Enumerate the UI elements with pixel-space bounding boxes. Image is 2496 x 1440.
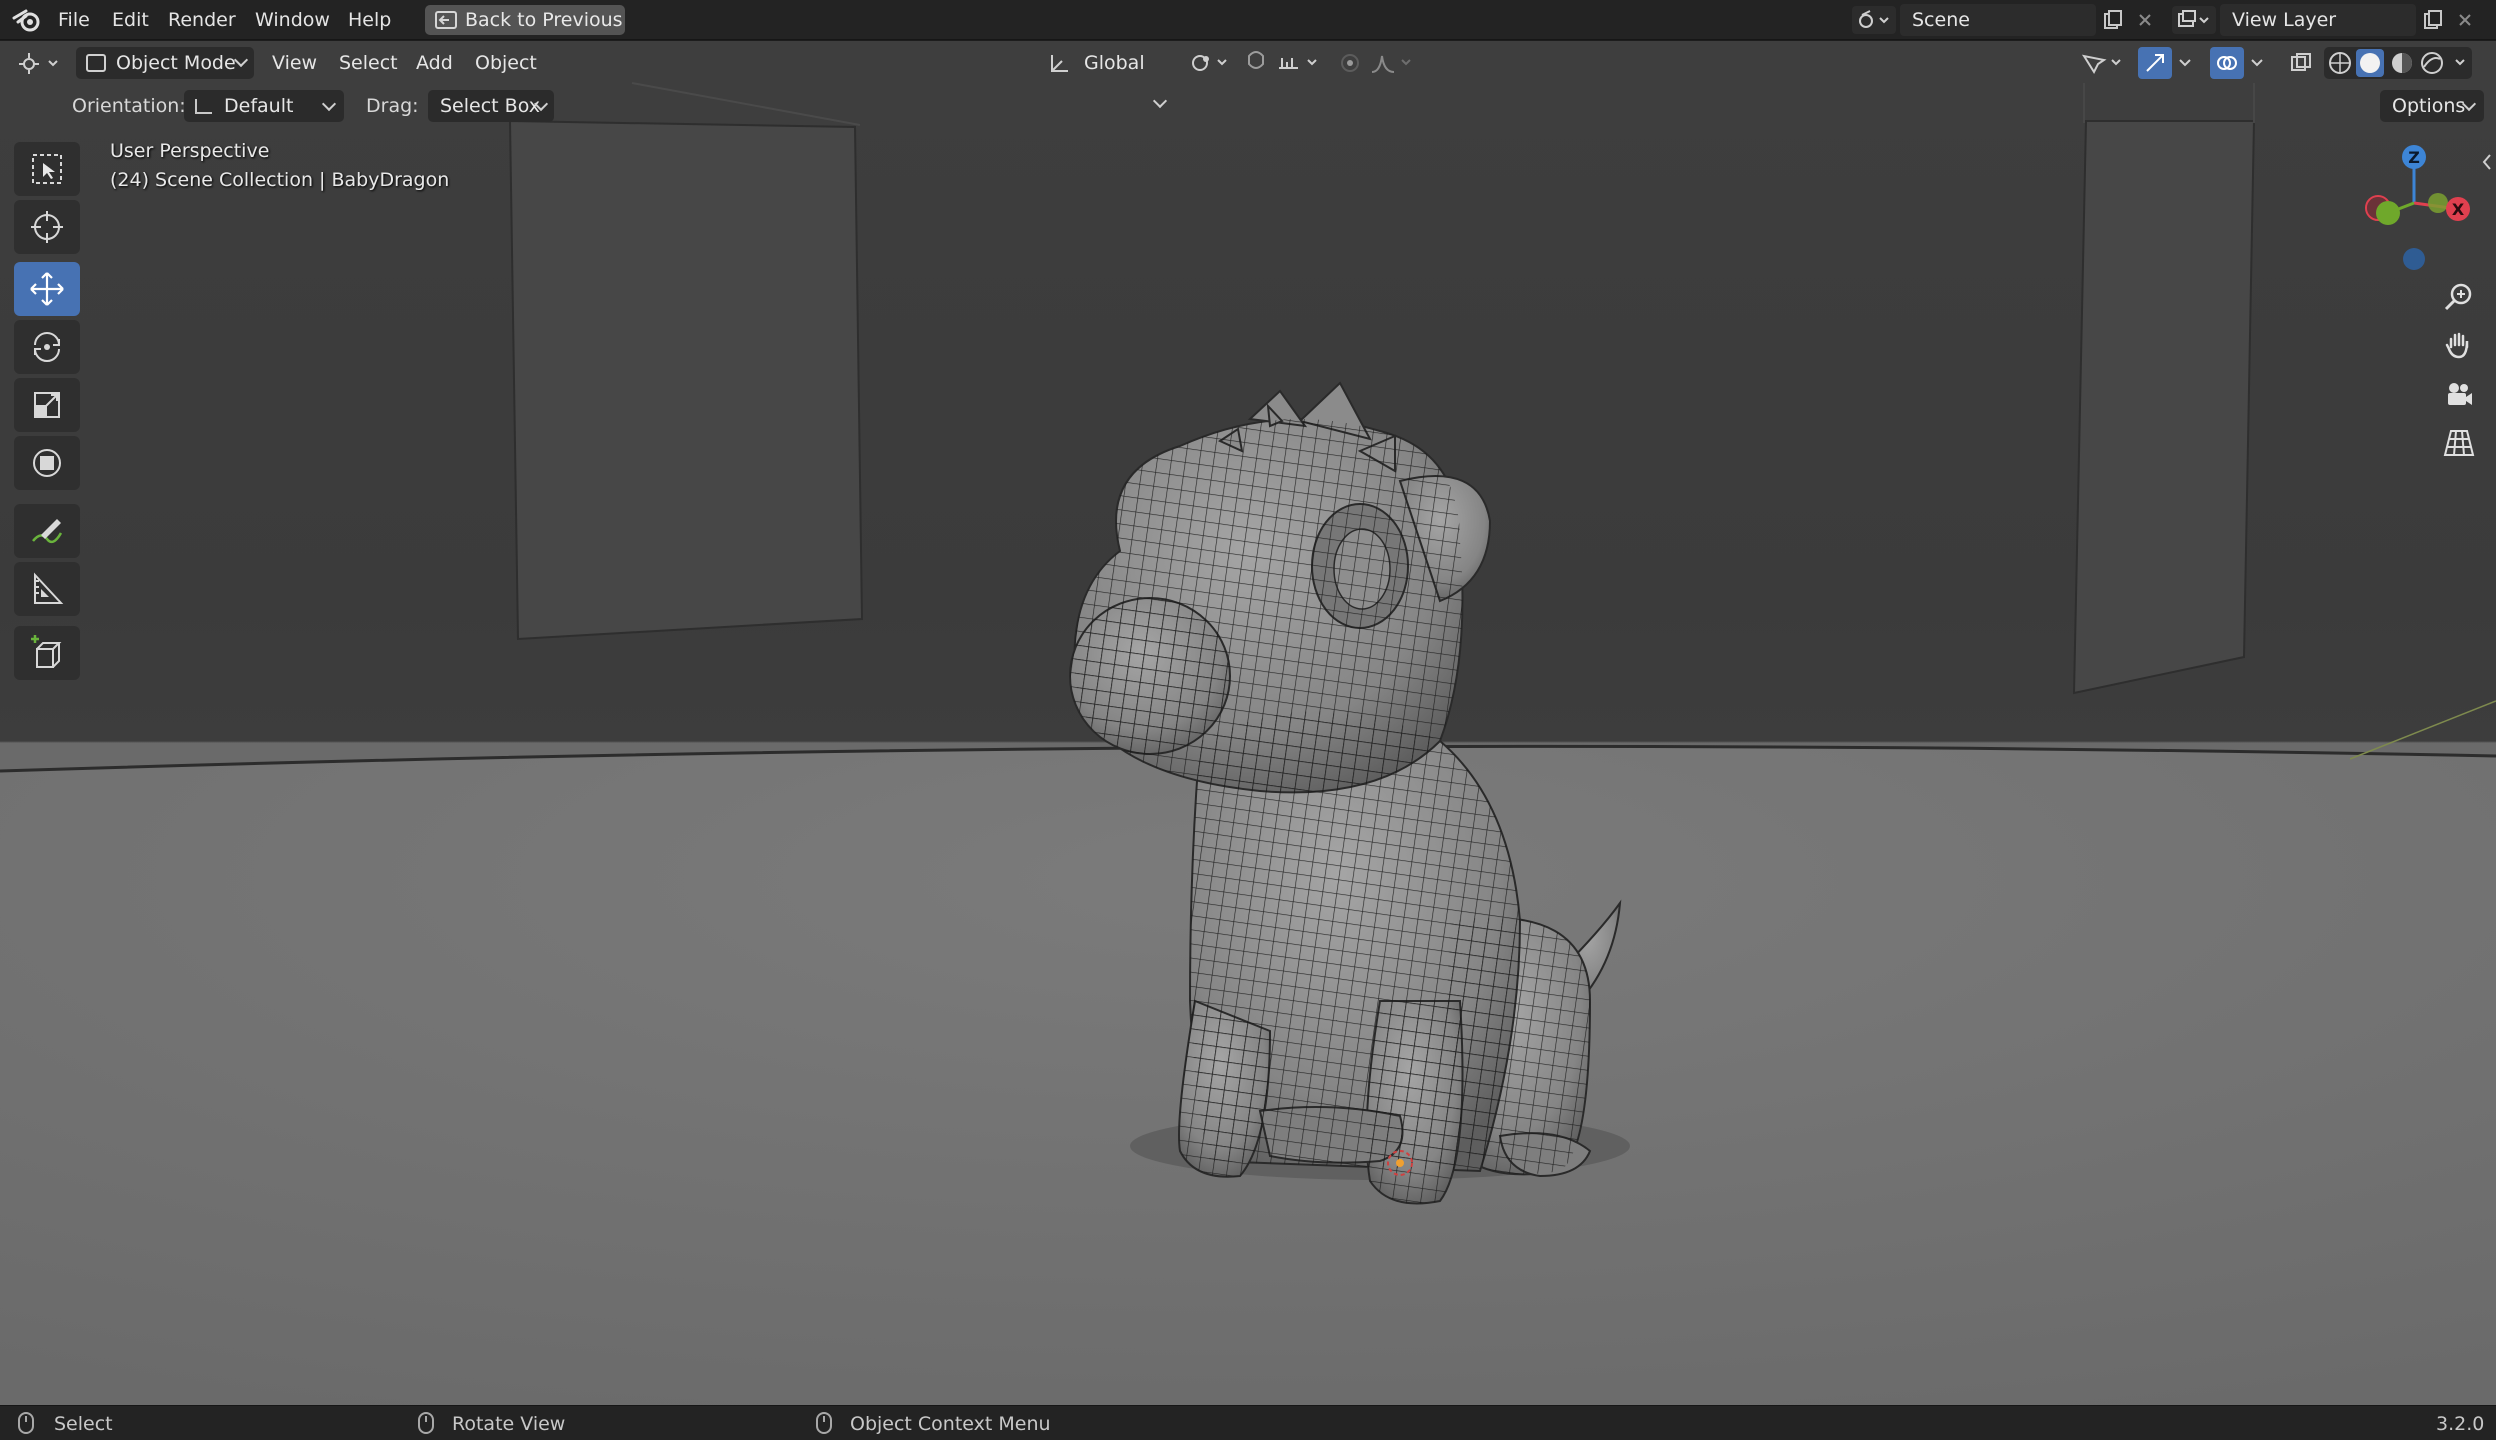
status-select: Select	[54, 1413, 113, 1435]
pan-view-button[interactable]	[2436, 322, 2482, 368]
xray-toggle-icon[interactable]	[2286, 47, 2316, 79]
navigation-gizmo[interactable]: Z X	[2340, 135, 2490, 275]
gizmo-neg-z-axis	[2403, 248, 2425, 270]
selectability-icon[interactable]	[2078, 47, 2128, 79]
gizmo-z-label: Z	[2408, 148, 2420, 167]
cursor-icon	[31, 211, 63, 243]
new-view-layer-icon[interactable]	[2418, 6, 2448, 34]
pivot-point-icon[interactable]	[1186, 47, 1234, 79]
status-context-menu: Object Context Menu	[850, 1413, 1051, 1435]
drag-dropdown[interactable]: Select Box	[428, 90, 554, 122]
scale-tool[interactable]	[14, 378, 80, 432]
perspective-toggle-button[interactable]	[2436, 420, 2482, 466]
scene-browse-icon[interactable]	[1852, 6, 1896, 34]
chevron-down-icon[interactable]	[2246, 47, 2268, 79]
back-icon	[435, 11, 457, 29]
falloff-icon[interactable]	[1368, 47, 1420, 79]
mouse-right-icon	[816, 1412, 832, 1434]
sidebar-toggle-icon[interactable]	[2480, 152, 2494, 172]
camera-icon	[2448, 383, 2472, 405]
delete-scene-icon[interactable]	[2130, 6, 2160, 34]
editor-type-icon[interactable]	[14, 47, 66, 79]
viewport-collection-label: (24) Scene Collection | BabyDragon	[110, 169, 450, 191]
hand-icon	[2445, 332, 2469, 359]
add-cube-tool[interactable]	[14, 626, 80, 680]
drag-value: Select Box	[440, 95, 540, 117]
back-to-previous-label: Back to Previous	[465, 9, 623, 31]
menu-object[interactable]: Object	[475, 47, 537, 79]
cursor-tool[interactable]	[14, 200, 80, 254]
light-panel-right	[2072, 120, 2256, 695]
grid-icon	[2443, 430, 2475, 456]
gizmo-y-axis	[2376, 201, 2400, 225]
shading-mode-group[interactable]	[2324, 47, 2472, 79]
move-icon	[30, 272, 64, 306]
snap-increment-icon[interactable]	[1274, 47, 1326, 79]
rotate-icon	[34, 332, 60, 362]
3d-viewport[interactable]	[0, 41, 2496, 1405]
menu-select[interactable]: Select	[339, 47, 398, 79]
overlays-toggle-icon[interactable]	[2210, 47, 2244, 79]
menu-window[interactable]: Window	[255, 7, 330, 33]
blender-logo[interactable]	[12, 7, 42, 33]
annotate-tool[interactable]	[14, 504, 80, 558]
options-dropdown[interactable]: Options	[2380, 90, 2484, 122]
move-tool[interactable]	[14, 262, 80, 316]
scale-icon	[34, 392, 60, 418]
zoom-view-button[interactable]	[2436, 274, 2482, 320]
menu-help[interactable]: Help	[348, 7, 391, 33]
menu-file[interactable]: File	[58, 7, 90, 33]
select-box-icon	[32, 154, 62, 184]
zoom-icon	[2444, 283, 2472, 311]
chevron-down-icon[interactable]	[2174, 47, 2196, 79]
chevron-down-icon	[321, 96, 337, 112]
orientation-dropdown[interactable]: Default	[184, 90, 344, 122]
transform-icon	[33, 449, 61, 477]
status-rotate-view: Rotate View	[452, 1413, 566, 1435]
drag-label: Drag:	[366, 95, 419, 117]
mouse-left-icon	[18, 1412, 34, 1434]
scene-name-field[interactable]: Scene	[1900, 4, 2096, 36]
gizmo-toggle-icon[interactable]	[2138, 47, 2172, 79]
measure-icon	[34, 572, 64, 604]
measure-tool[interactable]	[14, 562, 80, 616]
orientation-label: Orientation:	[72, 95, 186, 117]
snap-icon[interactable]	[1240, 47, 1272, 79]
transform-tool[interactable]	[14, 436, 80, 490]
view-layer-browse-icon[interactable]	[2172, 6, 2216, 34]
menu-view[interactable]: View	[272, 47, 317, 79]
proportional-edit-icon[interactable]	[1334, 47, 1366, 79]
menu-add[interactable]: Add	[416, 47, 453, 79]
object-mode-icon	[86, 54, 106, 72]
orientation-global-icon	[1046, 49, 1074, 77]
add-cube-icon	[31, 635, 62, 668]
status-bar: Select Rotate View Object Context Menu 3…	[0, 1405, 2496, 1440]
camera-view-button[interactable]	[2436, 372, 2482, 418]
orientation-icon	[195, 99, 212, 114]
mouse-middle-icon	[418, 1412, 434, 1434]
delete-view-layer-icon[interactable]	[2450, 6, 2480, 34]
transform-orientation-dropdown[interactable]: Global	[1084, 47, 1145, 79]
light-panel-left	[508, 119, 864, 641]
orientation-value: Default	[224, 95, 294, 117]
annotate-icon	[32, 519, 63, 544]
view-layer-name-field[interactable]: View Layer	[2220, 4, 2416, 36]
menu-edit[interactable]: Edit	[112, 7, 149, 33]
options-label: Options	[2392, 95, 2466, 117]
gizmo-x-label: X	[2452, 200, 2465, 219]
menu-render[interactable]: Render	[168, 7, 236, 33]
object-mode-label: Object Mode	[116, 52, 236, 74]
viewport-perspective-label: User Perspective	[110, 140, 270, 162]
select-box-tool[interactable]	[14, 142, 80, 196]
back-to-previous-button[interactable]: Back to Previous	[425, 5, 625, 35]
viewport-header: Object Mode View Select Add Object Globa…	[0, 41, 2496, 109]
viewport-scene	[0, 82, 2496, 1405]
version-label: 3.2.0	[2436, 1413, 2485, 1435]
rotate-tool[interactable]	[14, 320, 80, 374]
chevron-down-icon	[233, 52, 249, 68]
new-scene-icon[interactable]	[2098, 6, 2128, 34]
object-mode-dropdown[interactable]: Object Mode	[76, 47, 254, 79]
top-menu-bar: File Edit Render Window Help Back to Pre…	[0, 0, 2496, 40]
